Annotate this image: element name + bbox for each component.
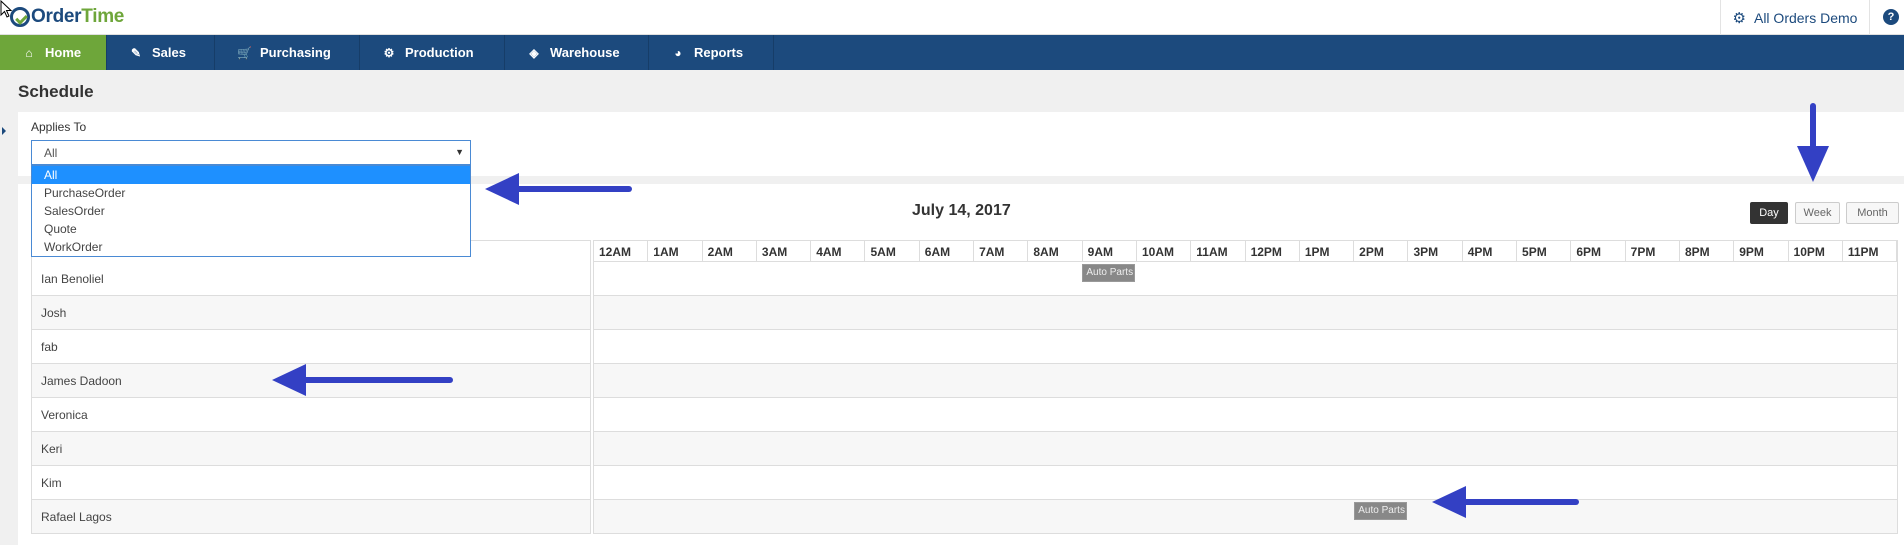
dropdown-option[interactable]: WorkOrder: [32, 238, 470, 256]
nav-home[interactable]: ⌂ Home: [0, 35, 107, 70]
applies-to-label: Applies To: [31, 120, 87, 134]
hour-column-header: 1AM: [648, 241, 703, 261]
gear-icon: ⚙: [1732, 9, 1746, 27]
hour-column-header: 6AM: [920, 241, 975, 261]
timeline-row[interactable]: [593, 364, 1898, 398]
nav-label: Reports: [694, 45, 744, 60]
nav-sales[interactable]: ✎ Sales: [107, 35, 215, 70]
home-icon: ⌂: [25, 45, 33, 60]
hour-column-header: 4PM: [1463, 241, 1518, 261]
hour-column-header: 10PM: [1789, 241, 1843, 261]
hour-column-header: 12AM: [594, 241, 649, 261]
hour-column-header: 8PM: [1680, 241, 1735, 261]
timeline-header: 12AM 1AM 2AM 3AM 4AM 5AM 6AM 7AM 8AM 9AM 10AM 11AM 1…: [593, 240, 1898, 262]
tag-icon: ✎: [130, 45, 142, 60]
timeline-row[interactable]: [593, 262, 1898, 296]
nav-label: Purchasing: [260, 45, 331, 60]
view-day-button[interactable]: Day: [1750, 202, 1788, 224]
hour-column-header: 3PM: [1408, 241, 1463, 261]
resource-row: Keri: [31, 432, 591, 466]
hour-column-header: 7PM: [1626, 241, 1680, 261]
account-menu[interactable]: ⚙ All Orders Demo: [1720, 0, 1870, 35]
hour-column-header: 2AM: [703, 241, 757, 261]
view-month-button[interactable]: Month: [1846, 202, 1899, 224]
hour-column-header: 10AM: [1137, 241, 1192, 261]
schedule-event[interactable]: Auto Parts: [1354, 502, 1407, 520]
hour-column-header: 9AM: [1083, 241, 1137, 261]
applies-to-select[interactable]: All ▼: [31, 140, 471, 165]
dropdown-option[interactable]: Quote: [32, 220, 470, 238]
dropdown-option[interactable]: SalesOrder: [32, 202, 470, 220]
logo-mark-icon: [10, 7, 30, 27]
logo-text-time: Time: [81, 6, 125, 27]
resource-row: Rafael Lagos: [31, 500, 591, 534]
dropdown-option[interactable]: All: [32, 166, 470, 184]
hour-column-header: 7AM: [974, 241, 1029, 261]
hour-column-header: 1PM: [1300, 241, 1355, 261]
logo-text-order: Order: [31, 6, 82, 27]
resource-row: Veronica: [31, 398, 591, 432]
nav-warehouse[interactable]: ◈ Warehouse: [505, 35, 649, 70]
hour-column-header: 6PM: [1571, 241, 1626, 261]
hour-column-header: 11PM: [1843, 241, 1898, 261]
nav-production[interactable]: ⚙ Production: [360, 35, 505, 70]
hour-column-header: 4AM: [811, 241, 866, 261]
applies-to-value: All: [44, 146, 58, 160]
resource-row: James Dadoon: [31, 364, 591, 398]
resource-row: Josh: [31, 296, 591, 330]
help-icon[interactable]: ?: [1883, 9, 1899, 25]
hour-column-header: 5PM: [1517, 241, 1572, 261]
schedule-event[interactable]: Auto Parts: [1082, 264, 1135, 282]
view-week-button[interactable]: Week: [1795, 202, 1840, 224]
resource-row: Kim: [31, 466, 591, 500]
timeline-row[interactable]: [593, 296, 1898, 330]
main-nav: ⌂ Home ✎ Sales 🛒 Purchasing ⚙ Production…: [0, 35, 1904, 70]
nav-reports[interactable]: ◕ Reports: [649, 35, 774, 70]
box-icon: ◈: [529, 45, 539, 60]
timeline-row[interactable]: [593, 466, 1898, 500]
sidebar-toggle-icon[interactable]: [0, 121, 8, 141]
applies-to-dropdown: All PurchaseOrder SalesOrder Quote WorkO…: [31, 165, 471, 257]
hour-column-header: 12PM: [1246, 241, 1300, 261]
pie-chart-icon: ◕: [674, 45, 682, 60]
timeline-row[interactable]: [593, 330, 1898, 364]
resource-row: fab: [31, 330, 591, 364]
nav-label: Warehouse: [550, 45, 620, 60]
hour-column-header: 9PM: [1734, 241, 1789, 261]
timeline-row[interactable]: [593, 398, 1898, 432]
nav-label: Sales: [152, 45, 186, 60]
nav-label: Home: [45, 45, 82, 60]
mouse-cursor-icon: [0, 0, 12, 18]
cart-icon: 🛒: [237, 45, 252, 60]
page-title: Schedule: [18, 82, 94, 101]
hour-column-header: 3AM: [757, 241, 812, 261]
dropdown-option[interactable]: PurchaseOrder: [32, 184, 470, 202]
resource-row: Ian Benoliel: [31, 262, 591, 296]
nav-purchasing[interactable]: 🛒 Purchasing: [215, 35, 360, 70]
hour-column-header: 8AM: [1028, 241, 1083, 261]
timeline-row[interactable]: [593, 500, 1898, 534]
nav-label: Production: [405, 45, 474, 60]
calendar-date-title: July 14, 2017: [912, 202, 1011, 219]
ordertime-logo[interactable]: Order Time: [10, 4, 124, 30]
hour-column-header: 2PM: [1354, 241, 1409, 261]
timeline-row[interactable]: [593, 432, 1898, 466]
hour-column-header: 11AM: [1191, 241, 1246, 261]
hour-column-header: 5AM: [865, 241, 920, 261]
top-header: Order Time ⚙ All Orders Demo ?: [0, 0, 1904, 35]
cogs-icon: ⚙: [383, 45, 395, 60]
account-label: All Orders Demo: [1753, 9, 1858, 26]
caret-down-icon: ▼: [455, 147, 464, 157]
